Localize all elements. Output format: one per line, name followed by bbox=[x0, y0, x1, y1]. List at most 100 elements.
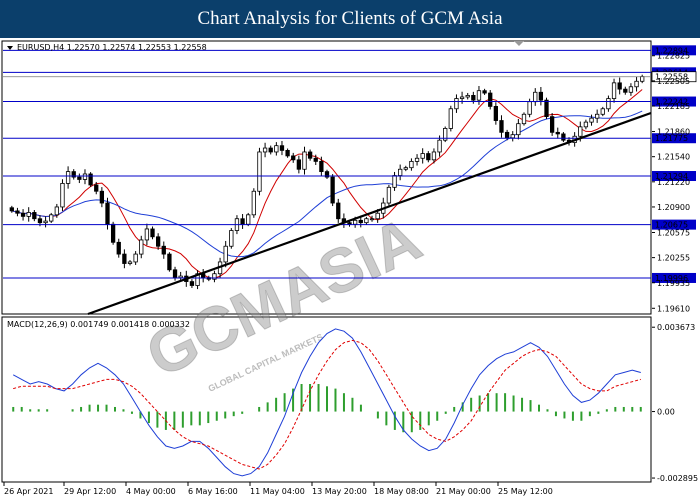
candle-body bbox=[504, 131, 510, 139]
chart-canvas: GCMASIA GLOBAL CAPITAL MARKETS 1.228941.… bbox=[1, 40, 698, 496]
candle-body bbox=[623, 88, 628, 93]
candle-body bbox=[583, 121, 589, 128]
candle-body bbox=[600, 108, 605, 115]
candle-body bbox=[262, 147, 268, 153]
candle-body bbox=[431, 151, 437, 161]
time-tick-label: 4 May 00:00 bbox=[126, 487, 176, 496]
candle-body bbox=[595, 113, 600, 119]
price-tick-label: 1.22825 bbox=[657, 52, 690, 61]
price-tick-label: 1.21860 bbox=[657, 128, 690, 137]
candle-body bbox=[246, 214, 251, 225]
time-axis: 26 Apr 2021 29 Apr 12:00 4 May 00:00 6 May … bbox=[3, 482, 553, 496]
candle-body bbox=[448, 108, 453, 129]
price-tick-label: 1.20575 bbox=[657, 228, 690, 237]
candle-body bbox=[611, 82, 617, 99]
candle-body bbox=[538, 91, 544, 101]
candle-body bbox=[628, 86, 634, 93]
candle-body bbox=[279, 145, 285, 151]
candle-body bbox=[94, 184, 99, 192]
candle-body bbox=[330, 176, 335, 204]
candle-body bbox=[589, 117, 594, 123]
macd-tick-label: 0.003673 bbox=[657, 323, 695, 332]
candle-body bbox=[110, 223, 116, 243]
candle-body bbox=[578, 126, 583, 137]
candle-body bbox=[189, 281, 195, 286]
candle-body bbox=[347, 222, 352, 225]
candle-body bbox=[544, 99, 549, 118]
candle-body bbox=[49, 214, 54, 222]
candle-body bbox=[561, 133, 566, 141]
time-tick-label: 18 May 08:00 bbox=[374, 487, 429, 496]
candle-body bbox=[313, 157, 318, 162]
candle-body bbox=[459, 96, 465, 99]
candle-body bbox=[60, 182, 65, 208]
candle-body bbox=[251, 190, 256, 216]
candle-body bbox=[369, 218, 375, 221]
price-tick-label: 1.22185 bbox=[657, 102, 690, 111]
candle-body bbox=[420, 153, 425, 159]
candle-body bbox=[488, 92, 493, 107]
candle-body bbox=[533, 91, 538, 103]
candle-body bbox=[516, 123, 521, 136]
symbol-info-label: EURUSD,H4 1.22570 1.22574 1.22553 1.2255… bbox=[17, 43, 207, 52]
candle-body bbox=[493, 106, 498, 121]
price-tick-label: 1.19610 bbox=[657, 304, 690, 313]
candle-body bbox=[319, 160, 324, 173]
candle-body bbox=[375, 212, 380, 220]
candle-body bbox=[167, 253, 172, 271]
candle-body bbox=[291, 155, 296, 161]
candle-body bbox=[454, 98, 459, 110]
candle-body bbox=[32, 212, 37, 220]
candle-body bbox=[105, 202, 110, 225]
price-tick-label: 1.21540 bbox=[657, 153, 690, 162]
candle-body bbox=[521, 113, 527, 125]
candle-body bbox=[296, 159, 302, 170]
candle-body bbox=[510, 134, 515, 139]
candle-body bbox=[268, 147, 273, 153]
candle-body bbox=[392, 175, 397, 188]
candle-body bbox=[178, 275, 183, 279]
candle-body bbox=[26, 212, 31, 217]
price-tick-label: 1.22505 bbox=[657, 77, 690, 86]
price-tick-label: 1.20900 bbox=[657, 203, 690, 212]
candle-body bbox=[77, 176, 82, 180]
candle-body bbox=[437, 139, 442, 153]
candle-body bbox=[240, 218, 245, 225]
macd-tick-label: -0.002895 bbox=[657, 474, 698, 483]
time-tick-label: 13 May 20:00 bbox=[312, 487, 367, 496]
candle-body bbox=[229, 230, 234, 247]
candle-body bbox=[172, 269, 178, 279]
price-tick-label: 1.20255 bbox=[657, 254, 690, 263]
candle-body bbox=[606, 98, 611, 110]
time-tick-label: 11 May 04:00 bbox=[250, 487, 305, 496]
candle-body bbox=[122, 253, 127, 264]
candle-body bbox=[285, 149, 290, 157]
time-tick-label: 21 May 00:00 bbox=[436, 487, 491, 496]
candle-body bbox=[414, 157, 420, 162]
candle-body bbox=[43, 220, 48, 224]
candle-body bbox=[161, 245, 166, 255]
candle-body bbox=[307, 151, 313, 159]
time-tick-label: 25 May 12:00 bbox=[498, 487, 553, 496]
candle-body bbox=[617, 82, 622, 90]
candle-body bbox=[471, 95, 476, 101]
candle-body bbox=[398, 168, 403, 176]
candle-body bbox=[144, 228, 150, 241]
candle-body bbox=[426, 153, 431, 161]
candle-body bbox=[257, 151, 262, 192]
price-tick-label: 1.21220 bbox=[657, 178, 690, 187]
candle-body bbox=[223, 245, 228, 263]
candle-body bbox=[555, 131, 560, 135]
candle-body bbox=[133, 253, 138, 263]
candle-body bbox=[99, 190, 105, 204]
candle-body bbox=[156, 236, 161, 247]
candle-body bbox=[82, 173, 88, 180]
price-tick-label: 1.19935 bbox=[657, 279, 690, 288]
candle-body bbox=[54, 206, 59, 216]
candle-body bbox=[127, 261, 133, 264]
candle-body bbox=[65, 171, 71, 184]
candle-body bbox=[302, 151, 307, 170]
candle-body bbox=[116, 241, 121, 255]
candle-body bbox=[352, 219, 358, 225]
candle-body bbox=[336, 202, 341, 220]
